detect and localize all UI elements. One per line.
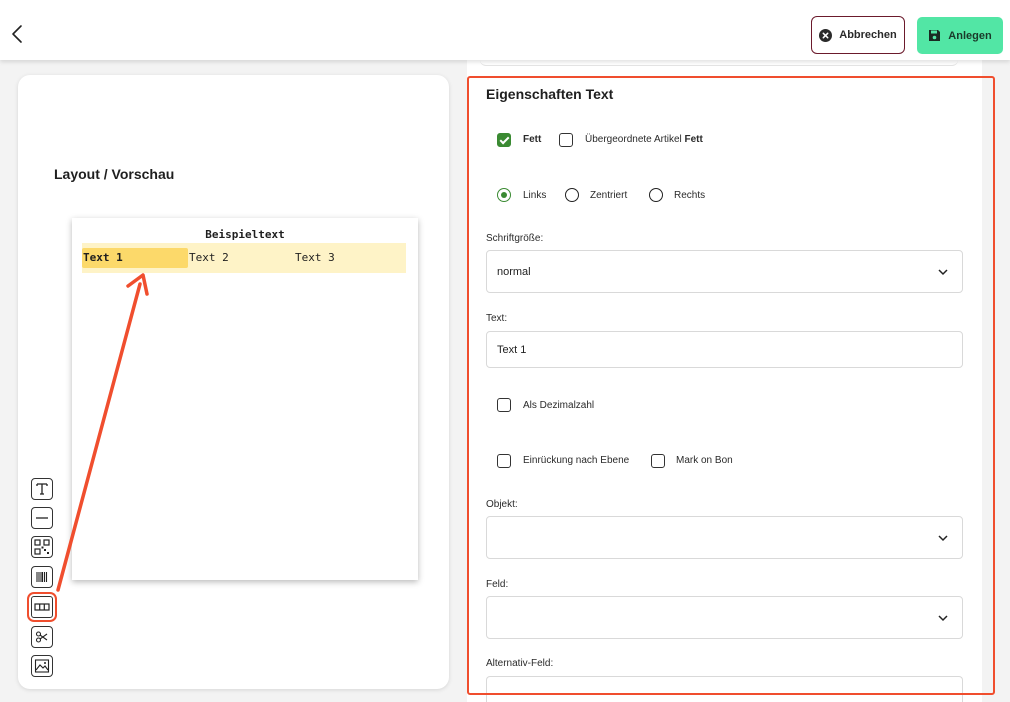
align-left-radio[interactable] <box>497 188 511 202</box>
align-left-label: Links <box>523 190 547 201</box>
text-label: Text: <box>486 313 508 324</box>
font-size-select[interactable]: normal <box>486 250 963 293</box>
chevron-down-icon <box>938 268 948 275</box>
cut-tool-icon <box>35 631 48 643</box>
table-row-tool-icon <box>34 603 50 611</box>
image-tool-button[interactable] <box>31 655 53 677</box>
chevron-down-icon <box>938 534 948 541</box>
parent-article-bold-checkbox[interactable] <box>559 133 573 147</box>
preview-title: Layout / Vorschau <box>54 166 175 182</box>
text-input-value: Text 1 <box>497 343 527 356</box>
paper-cell-selected[interactable]: Text 1 <box>82 248 188 268</box>
chevron-left-icon <box>12 25 22 43</box>
field-select[interactable] <box>486 596 963 639</box>
layout-preview-panel: Layout / Vorschau Beispieltext Text 1 Te… <box>18 75 449 689</box>
parent-article-bold-suffix: Fett <box>684 134 703 145</box>
barcode-tool-icon <box>36 572 48 582</box>
parent-article-bold-label: Übergeordnete Artikel Fett <box>585 134 703 145</box>
indent-by-level-checkbox[interactable] <box>497 454 511 468</box>
paper-cell[interactable]: Text 2 <box>188 248 294 268</box>
paper-cell[interactable]: Text 3 <box>294 248 400 268</box>
paper-heading[interactable]: Beispieltext <box>72 228 418 241</box>
parent-article-label: Übergeordnete Artikel <box>585 134 682 145</box>
floppy-disk-icon <box>929 30 941 41</box>
properties-title: Eigenschaften Text <box>486 86 614 102</box>
create-button[interactable]: Anlegen <box>917 17 1003 54</box>
cancel-button-label: Abbrechen <box>839 29 897 41</box>
align-center-label: Zentriert <box>590 190 628 201</box>
close-circle-icon <box>819 28 833 42</box>
object-select[interactable] <box>486 516 963 559</box>
cut-tool-button[interactable] <box>31 626 53 648</box>
font-size-label: Schriftgröße: <box>486 233 544 244</box>
back-button[interactable] <box>8 22 28 46</box>
qr-code-tool-button[interactable] <box>31 536 53 558</box>
align-right-radio[interactable] <box>649 188 663 202</box>
create-button-label: Anlegen <box>948 29 992 42</box>
text-tool-icon <box>36 483 48 495</box>
mark-on-bon-checkbox[interactable] <box>651 454 665 468</box>
decimal-checkbox[interactable] <box>497 398 511 412</box>
alternative-field-select[interactable] <box>486 676 963 702</box>
previous-section-edge <box>480 60 958 66</box>
barcode-tool-button[interactable] <box>31 566 53 588</box>
align-right-label: Rechts <box>674 190 706 201</box>
decimal-label: Als Dezimalzahl <box>523 400 595 411</box>
text-input[interactable]: Text 1 <box>486 331 963 368</box>
line-tool-icon <box>36 517 48 519</box>
line-tool-button[interactable] <box>31 507 53 529</box>
field-label: Feld: <box>486 579 509 590</box>
font-size-value: normal <box>497 265 531 278</box>
cancel-button[interactable]: Abbrechen <box>811 16 905 54</box>
bold-label: Fett <box>523 134 542 145</box>
top-bar: Abbrechen Anlegen <box>0 0 1010 60</box>
object-label: Objekt: <box>486 499 518 510</box>
text-tool-button[interactable] <box>31 478 53 500</box>
qr-code-tool-icon <box>34 539 50 555</box>
paper-text-row[interactable]: Text 1 Text 2 Text 3 <box>82 243 406 273</box>
receipt-paper-preview: Beispieltext Text 1 Text 2 Text 3 <box>72 218 418 580</box>
image-tool-icon <box>34 659 50 673</box>
chevron-down-icon <box>938 614 948 621</box>
table-row-tool-button[interactable] <box>31 596 53 618</box>
align-center-radio[interactable] <box>565 188 579 202</box>
bold-checkbox[interactable] <box>497 133 511 147</box>
alternative-field-label: Alternativ-Feld: <box>486 658 554 669</box>
mark-on-bon-label: Mark on Bon <box>676 455 733 466</box>
indent-by-level-label: Einrückung nach Ebene <box>523 455 630 466</box>
scrollbar-track[interactable] <box>982 60 1010 702</box>
